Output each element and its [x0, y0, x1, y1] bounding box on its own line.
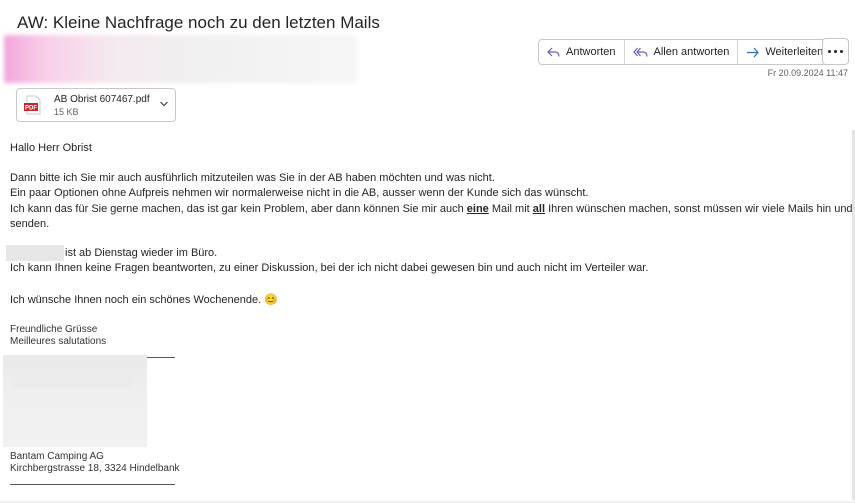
body-line: Ich wünsche Ihnen noch ein schönes Woche…: [10, 293, 278, 308]
body-line: Ein paar Optionen ohne Aufpreis nehmen w…: [10, 187, 589, 199]
body-line: ist ab Dienstag wieder im Büro.: [65, 247, 218, 259]
text-segment: Ich kann das für Sie gerne machen, das i…: [10, 203, 467, 215]
reply-all-label: Allen antworten: [653, 46, 730, 58]
body-line: Ich kann Ihnen keine Fragen beantworten,…: [10, 262, 649, 274]
smile-emoji-icon: 😊: [264, 294, 278, 306]
dot-icon: [828, 50, 831, 53]
forward-label: Weiterleiten: [765, 46, 824, 58]
name-redacted: [6, 245, 64, 261]
reply-all-button[interactable]: Allen antworten: [625, 40, 739, 64]
text-segment: Ihren wünschen machen, sonst müssen wir …: [545, 203, 855, 215]
closing-fr: Meilleures salutations: [10, 336, 107, 347]
greeting: Hallo Herr Obrist: [10, 142, 92, 154]
reply-button[interactable]: Antworten: [539, 40, 625, 64]
dot-icon: [834, 50, 837, 53]
email-subject: AW: Kleine Nachfrage noch zu den letzten…: [17, 13, 380, 32]
text-segment: Ich wünsche Ihnen noch ein schönes Woche…: [10, 294, 265, 306]
sender-redacted: [4, 35, 357, 83]
forward-button[interactable]: Weiterleiten: [738, 40, 831, 64]
attachment-name: AB Obrist 607467.pdf: [54, 94, 150, 105]
signature-divider: [10, 484, 175, 485]
more-actions-button[interactable]: [822, 38, 849, 65]
pdf-file-icon: PDF: [24, 95, 41, 115]
dot-icon: [840, 50, 843, 53]
forward-icon: [747, 47, 760, 57]
closing-de: Freundliche Grüsse: [10, 324, 98, 335]
pdf-label: PDF: [25, 105, 37, 111]
text-segment: Mail mit: [488, 203, 533, 215]
sent-date: Fr 20.09.2024 11:47: [767, 68, 848, 78]
reply-label: Antworten: [566, 46, 616, 58]
body-line: Dann bitte ich Sie mir auch ausführlich …: [10, 172, 495, 184]
body-line: senden.: [10, 218, 50, 230]
reply-actions: Antworten Allen antworten Weiterleiten: [538, 39, 833, 65]
body-line: Ich kann das für Sie gerne machen, das i…: [10, 202, 855, 217]
reply-icon: [547, 47, 560, 57]
chevron-down-icon[interactable]: [159, 100, 169, 108]
company-address: Kirchbergstrasse 18, 3324 Hindelbank: [10, 463, 180, 474]
emphasis-all: all: [532, 203, 546, 215]
company-logo-redacted: [3, 355, 147, 447]
emphasis-eine: eine: [466, 203, 489, 215]
attachment-size: 15 KB: [54, 107, 79, 117]
company-name: Bantam Camping AG: [10, 451, 104, 462]
attachment-card[interactable]: PDF AB Obrist 607467.pdf 15 KB: [16, 88, 176, 122]
reply-all-icon: [632, 47, 648, 57]
